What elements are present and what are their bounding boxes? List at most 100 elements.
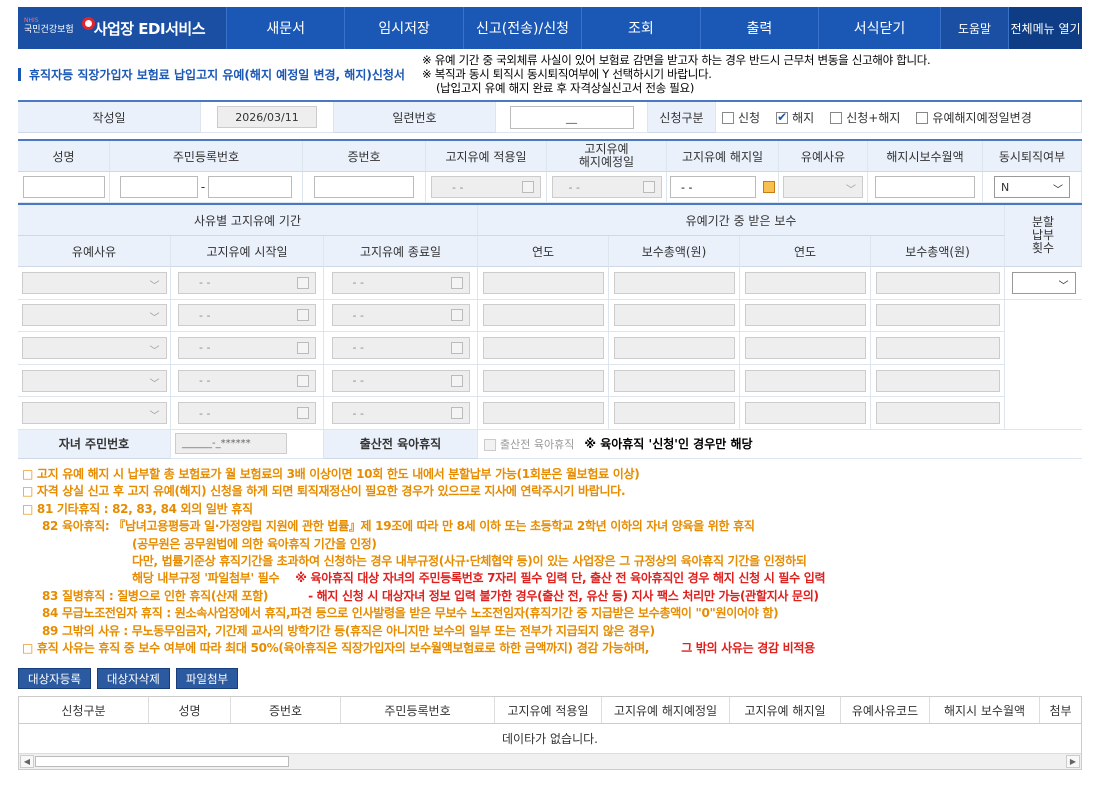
calendar-icon[interactable]: [763, 181, 775, 193]
monthly-pay-input[interactable]: [875, 176, 975, 198]
end-date-placeholder: - -: [352, 406, 364, 420]
card-no-input[interactable]: [314, 176, 414, 198]
note-6: 다만, 법률기준상 휴직기간을 초과하여 신청하는 경우 내부규정(사규·단체협…: [132, 554, 807, 569]
calendar-icon: [297, 341, 309, 354]
end-date-cell: - -: [324, 267, 478, 300]
year-2-input: [744, 336, 866, 359]
period-row: ﹀ - - - -: [18, 332, 1082, 365]
col-start-date: 고지유예 시작일: [171, 236, 324, 267]
header-apply-date: 고지유예 적용일: [426, 141, 547, 172]
split-count-select[interactable]: ﹀: [1011, 271, 1076, 294]
option-apply[interactable]: 신청: [722, 109, 760, 126]
option-apply-cancel[interactable]: 신청+해지: [830, 109, 900, 126]
nav-inquiry[interactable]: 조회: [581, 7, 699, 49]
prenatal-leave-checkbox-label: 출산전 육아휴직: [500, 437, 575, 451]
note-2: □ 자격 상실 신고 후 고지 유예(해지) 신청을 하게 되면 퇴직재정산이 …: [22, 484, 626, 499]
apply-date-cell: - -: [426, 172, 547, 203]
serial-field[interactable]: __: [509, 105, 634, 129]
calendar-icon: [642, 181, 655, 193]
pay-1-input: [613, 336, 735, 359]
note-8: 83 질병휴직 : 질병으로 인한 휴직(산재 포함) - 해지 신청 시 대상자…: [22, 588, 1092, 605]
attach-file-button[interactable]: 파일첨부: [175, 668, 239, 689]
nav-help[interactable]: 도움말: [940, 7, 1009, 49]
scroll-right-icon[interactable]: ▶: [1066, 755, 1080, 768]
app-logo[interactable]: NHIS 국민건강보험 사업장 EDI서비스: [18, 7, 226, 49]
year-1-cell: [478, 364, 609, 398]
period-row: ﹀ - - - -: [18, 299, 1082, 333]
reason-cell: ﹀: [779, 172, 868, 203]
scrollbar-thumb[interactable]: [35, 756, 289, 767]
pay-1-input: [613, 402, 735, 425]
retire-select[interactable]: N ﹀: [994, 176, 1070, 198]
apply-date-placeholder: - -: [452, 180, 464, 194]
pay-2-cell: [871, 364, 1005, 398]
notice-line-3: (납입고지 유예 해지 완료 후 자격상실신고서 전송 필요): [436, 81, 695, 95]
checkbox-cancel[interactable]: [776, 110, 789, 124]
checkbox-change-date[interactable]: [916, 112, 929, 124]
col-end-date: 고지유예 종료일: [324, 236, 478, 267]
guidance-notes: □ 고지 유예 해지 시 납부할 총 보험료가 월 보험료의 3배 이상이면 1…: [22, 466, 1092, 657]
nav-temp-save[interactable]: 임시저장: [344, 7, 462, 49]
nav-all-menu[interactable]: 전체메뉴 열기: [1008, 7, 1083, 49]
header-name: 성명: [18, 141, 110, 172]
chevron-down-icon: ﹀: [149, 313, 160, 325]
rrn-separator: -: [200, 180, 206, 194]
end-date-input: - -: [331, 304, 470, 327]
childcare-note: ※ 육아휴직 '신청'인 경우만 해당: [584, 437, 753, 452]
end-date-placeholder: - -: [352, 341, 364, 355]
rrn-front-input[interactable]: [119, 176, 198, 198]
option-cancel[interactable]: 해지: [776, 109, 814, 126]
register-target-button[interactable]: 대상자등록: [18, 668, 91, 689]
end-date-cell: - -: [324, 299, 478, 333]
note-10: 89 그밖의 사유 : 무노동무임금자, 기간제 교사의 방학기간 등(휴직은 …: [42, 623, 655, 638]
group-period: 사유별 고지유예 기간 유예사유 고지유예 시작일 고지유예 종료일: [18, 205, 478, 267]
scroll-left-icon[interactable]: ◀: [20, 755, 34, 768]
option-apply-cancel-label: 신청+해지: [846, 110, 901, 125]
card-no-cell: [303, 172, 426, 203]
chevron-down-icon: ﹀: [149, 378, 160, 390]
horizontal-scrollbar[interactable]: ◀ ▶: [19, 753, 1081, 769]
group-period-label: 사유별 고지유예 기간: [18, 205, 478, 236]
delete-target-button[interactable]: 대상자삭제: [96, 668, 170, 689]
nav-close-form[interactable]: 서식닫기: [818, 7, 940, 49]
nav-submit[interactable]: 신고(전송)/신청: [462, 7, 581, 49]
end-date-placeholder: - -: [352, 374, 364, 388]
note-11b: 그 밖의 사유는 경감 비적용: [681, 641, 815, 656]
prenatal-leave-cell: 출산전 육아휴직 ※ 육아휴직 '신청'인 경우만 해당: [478, 430, 1082, 459]
retire-value: N: [1001, 180, 1010, 194]
year-1-input: [482, 369, 604, 392]
start-date-input: - -: [178, 402, 316, 425]
split-count-empty: [1005, 300, 1082, 333]
pay-2-input: [875, 402, 1000, 425]
retire-cell: N ﹀: [983, 172, 1082, 203]
action-buttons: 대상자등록 대상자삭제 파일첨부: [18, 668, 239, 689]
nav-print[interactable]: 출력: [699, 7, 818, 49]
prenatal-leave-label: 출산전 육아휴직: [324, 429, 478, 459]
pay-1-cell: [609, 397, 740, 430]
rrn-back-input[interactable]: [208, 176, 293, 198]
option-change-date-label: 유예해지예정일변경: [932, 110, 1032, 125]
app-title: 사업장 EDI서비스: [93, 19, 206, 38]
start-date-input: - -: [178, 304, 316, 327]
row-reason-cell: ﹀: [18, 267, 171, 300]
start-date-cell: - -: [171, 332, 324, 365]
grid-col-monthly-pay: 해지시 보수월액: [930, 697, 1040, 723]
option-change-date[interactable]: 유예해지예정일변경: [916, 109, 1032, 126]
year-2-input: [744, 271, 866, 294]
pay-1-input: [613, 369, 735, 392]
nav-new-document[interactable]: 새문서: [226, 7, 344, 49]
planned-cancel-input: - -: [551, 176, 662, 198]
note-4: 82 육아휴직: 『남녀고용평등과 일·가정양립 지원에 관한 법률』제 19조…: [42, 519, 755, 534]
cancel-date-input[interactable]: - -: [670, 176, 756, 198]
start-date-cell: - -: [171, 364, 324, 398]
checkbox-apply-cancel[interactable]: [830, 112, 843, 124]
checkbox-apply[interactable]: [722, 112, 734, 124]
calendar-icon: [450, 309, 463, 322]
row-reason-select: ﹀: [21, 304, 167, 327]
start-date-cell: - -: [171, 397, 324, 430]
row-reason-cell: ﹀: [18, 397, 171, 430]
pay-1-cell: [609, 299, 740, 333]
person-table: 성명 주민등록번호 증번호 고지유예 적용일 고지유예 해지예정일 고지유예 해지…: [18, 139, 1082, 203]
name-input[interactable]: [22, 176, 105, 198]
group-period-cols: 유예사유 고지유예 시작일 고지유예 종료일: [18, 236, 478, 267]
